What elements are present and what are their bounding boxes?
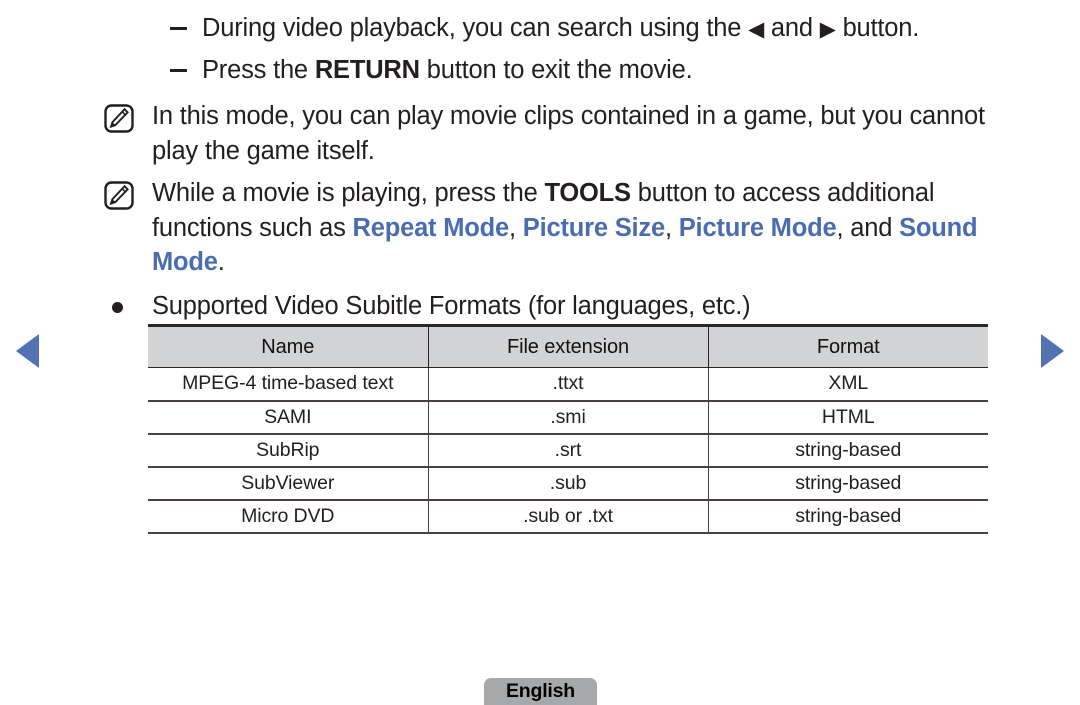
return-button-keyword: RETURN [314, 56, 420, 84]
list-item-text-after: button. [835, 14, 920, 42]
cell-format: string-based [707, 466, 988, 501]
list-item-text-before: Press the [202, 56, 315, 84]
cell-file-extension: .srt [427, 433, 708, 468]
subtitle-formats-table-wrapper: Name File extension Format MPEG-4 time-b… [148, 324, 988, 534]
round-bullet-icon [112, 301, 123, 313]
list-item: During video playback, you can search us… [0, 8, 1080, 49]
list-item-text-after: button to exit the movie. [419, 56, 693, 84]
table-header-row: Name File extension Format [148, 324, 988, 368]
menu-link-picture-mode: Picture Mode [678, 213, 837, 242]
dash-bullet-icon [170, 69, 187, 72]
note-text-segment: While a movie is playing, press the [152, 179, 545, 207]
list-item-text-middle: and [764, 14, 820, 42]
menu-link-repeat-mode: Repeat Mode [352, 213, 510, 242]
dash-bullet-icon [170, 27, 187, 30]
cell-name: SubRip [148, 433, 428, 468]
section-subheading: Supported Video Subitle Formats (for lan… [0, 289, 1080, 323]
note-text: In this mode, you can play movie clips c… [152, 102, 985, 165]
list-item: Press the RETURN button to exit the movi… [0, 50, 1080, 91]
table-row: MPEG-4 time-based text .ttxt XML [148, 367, 988, 402]
prev-page-arrow-icon[interactable] [16, 334, 39, 368]
note-text-end: . [217, 248, 225, 276]
table-row: SAMI .smi HTML [148, 400, 988, 435]
note-item: In this mode, you can play movie clips c… [0, 99, 1080, 168]
right-triangle-icon: ▶ [819, 18, 836, 41]
left-triangle-icon: ◀ [748, 18, 765, 41]
table-row: SubRip .srt string-based [148, 433, 988, 468]
page-content: During video playback, you can search us… [0, 0, 1080, 323]
tools-button-keyword: TOOLS [544, 179, 631, 207]
cell-format: string-based [707, 499, 988, 534]
section-subheading-text: Supported Video Subitle Formats (for lan… [152, 291, 751, 320]
cell-name: SAMI [148, 400, 428, 435]
cell-file-extension: .ttxt [427, 367, 708, 402]
column-header-format: Format [707, 324, 988, 368]
table-row: SubViewer .sub string-based [148, 466, 988, 501]
note-pencil-icon [104, 104, 134, 133]
note-item: While a movie is playing, press the TOOL… [0, 176, 1080, 280]
column-header-name: Name [148, 324, 428, 368]
cell-format: HTML [707, 400, 988, 435]
note-text-separator: , [509, 213, 523, 242]
cell-file-extension: .sub [427, 466, 708, 501]
language-button[interactable]: English [484, 678, 597, 705]
cell-name: Micro DVD [148, 499, 428, 534]
cell-file-extension: .smi [427, 400, 708, 435]
cell-name: SubViewer [148, 466, 428, 501]
column-header-file-extension: File extension [427, 324, 708, 368]
cell-format: XML [707, 367, 988, 402]
list-item-text-before: During video playback, you can search us… [202, 14, 749, 42]
menu-link-picture-size: Picture Size [522, 213, 665, 242]
next-page-arrow-icon[interactable] [1041, 334, 1064, 368]
note-text-separator: , and [836, 213, 900, 242]
table-row: Micro DVD .sub or .txt string-based [148, 499, 988, 534]
note-text-separator: , [664, 213, 679, 242]
cell-file-extension: .sub or .txt [427, 499, 708, 534]
note-pencil-icon [104, 181, 134, 210]
subtitle-formats-table: Name File extension Format MPEG-4 time-b… [148, 324, 988, 534]
cell-name: MPEG-4 time-based text [148, 367, 428, 402]
cell-format: string-based [707, 433, 988, 468]
